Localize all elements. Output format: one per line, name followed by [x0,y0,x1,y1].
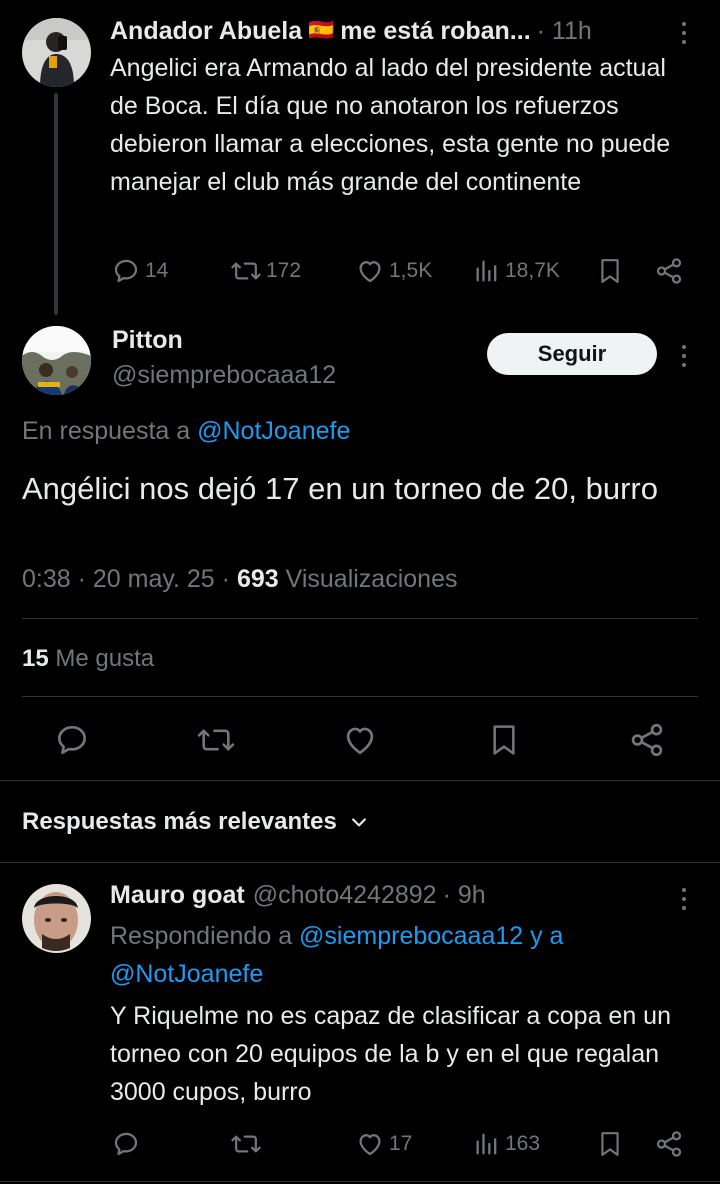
share-icon [631,723,663,757]
divider [22,696,698,697]
display-name[interactable]: Pitton [112,326,183,355]
reply-button[interactable]: 14 [111,256,168,286]
share-button[interactable] [627,720,667,760]
reply-button[interactable] [111,1129,141,1159]
more-icon[interactable] [681,345,687,372]
share-button[interactable] [654,1129,684,1159]
avatar-andador[interactable] [22,18,91,87]
thread-line [54,93,58,315]
like-count: 1,5K [389,259,433,282]
more-icon[interactable] [681,22,687,49]
chevron-down-icon [351,818,366,827]
replying-context: Respondiendo a @siemprebocaaa12 y a @Not… [110,917,563,993]
views-count: 163 [505,1132,541,1155]
replying-to-link-2[interactable]: @NotJoanefe [110,955,563,993]
avatar-pitton[interactable] [22,326,91,395]
replies-sort-dropdown[interactable]: Respuestas más relevantes [22,808,369,836]
divider [0,1181,720,1182]
replying-to-link[interactable]: @siemprebocaaa12 y a [299,922,563,950]
timestamp[interactable]: 0:38 · 20 may. 25 · [22,565,230,593]
views-icon [476,1133,497,1155]
divider [0,780,720,781]
bookmark-button[interactable] [597,1129,623,1159]
retweet-icon [197,729,235,751]
spain-flag-icon: 🇪🇸 [308,19,335,42]
like-button[interactable]: 17 [355,1129,412,1159]
parent-header: Andador Abuela 🇪🇸 me está roban... · 11h [110,14,592,48]
retweet-button[interactable] [196,720,236,760]
like-button[interactable] [340,720,380,760]
display-name-suffix[interactable]: me está roban... [340,17,530,46]
reply-button[interactable] [52,720,92,760]
tweet-time[interactable]: · 9h [443,881,486,910]
views-label: Visualizaciones [285,565,458,593]
like-icon [359,261,381,283]
handle[interactable]: @siemprebocaaa12 [112,361,336,390]
bookmark-button[interactable] [597,256,623,286]
likes-label: Me gusta [55,645,155,672]
retweet-button[interactable]: 172 [230,256,301,286]
likes-count: 15 [22,645,49,672]
retweet-button[interactable] [230,1129,262,1159]
views-button[interactable]: 163 [473,1129,540,1159]
likes-summary[interactable]: 15 Me gusta [22,645,154,673]
retweet-icon [231,1135,261,1153]
reply-prefix: En respuesta a [22,417,191,445]
bookmark-icon [493,725,515,755]
reply-context: En respuesta a @NotJoanefe [22,417,350,446]
retweet-icon [231,262,261,280]
avatar-mauro[interactable] [22,884,91,953]
bookmark-button[interactable] [484,720,524,760]
bookmark-icon [601,259,619,283]
bookmark-icon [601,1132,619,1156]
views-icon [476,260,497,282]
like-count: 17 [389,1132,413,1155]
display-name[interactable]: Andador Abuela [110,17,302,46]
like-button[interactable]: 1,5K [355,256,432,286]
replying-prefix: Respondiendo a [110,922,293,950]
reply-to-link[interactable]: @NotJoanefe [197,417,350,445]
tweet-meta: 0:38 · 20 may. 25 · 693 Visualizaciones [22,565,457,594]
tweet-text: Y Riquelme no es capaz de clasificar a c… [110,1002,671,1106]
tweet-text: Angelici era Armando al lado del preside… [110,54,671,196]
views-count: 693 [236,565,279,593]
more-icon[interactable] [681,888,687,915]
tweet-text: Angélici nos dejó 17 en un torneo de 20,… [22,471,658,506]
tweet-time[interactable]: · 11h [537,17,592,46]
like-icon [346,727,374,755]
reply-count: 14 [145,259,169,282]
replies-sort-label: Respuestas más relevantes [22,808,337,835]
reply-header: Mauro goat @choto4242892 · 9h [110,878,486,912]
reply-icon [114,259,138,283]
reply-icon [57,725,87,755]
like-icon [359,1134,381,1156]
share-icon [656,258,682,284]
retweet-count: 172 [266,259,302,282]
handle[interactable]: @choto4242892 [253,881,437,910]
views-count: 18,7K [505,259,560,282]
display-name[interactable]: Mauro goat [110,881,245,910]
reply-icon [114,1132,138,1156]
follow-button[interactable]: Seguir [487,333,657,375]
share-button[interactable] [654,256,684,286]
share-icon [656,1131,682,1157]
divider [0,862,720,863]
divider [22,618,698,619]
views-button[interactable]: 18,7K [473,256,560,286]
